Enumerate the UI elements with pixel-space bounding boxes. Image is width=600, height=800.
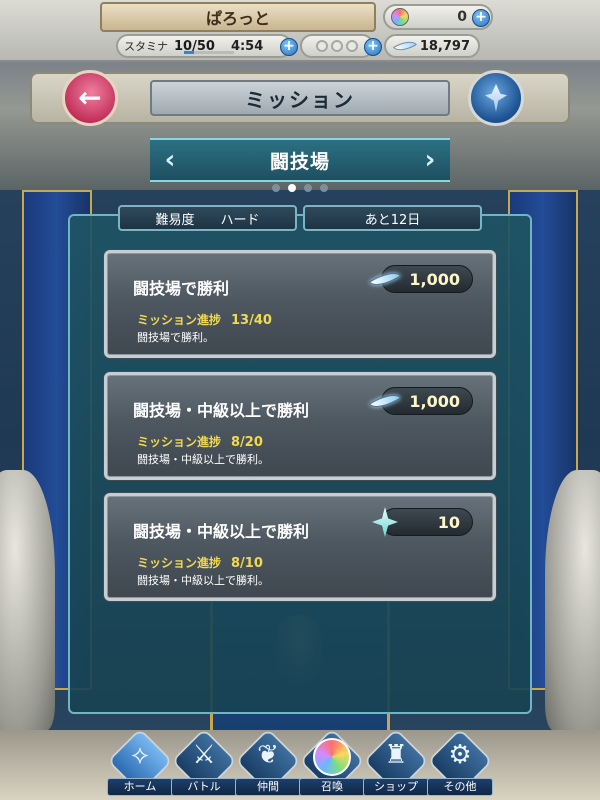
mission-info-bar: 難易度 ハード あと12日	[118, 205, 482, 231]
remaining-time-tab: あと12日	[303, 205, 482, 231]
feather-icon	[392, 36, 418, 56]
mission-card[interactable]: 闘技場で勝利 1,000 ミッション進捗 13/40 闘技場で勝利。	[104, 250, 496, 358]
difficulty-tab: 難易度 ハード	[118, 205, 297, 231]
emblem-icon	[485, 84, 507, 112]
emblem-button[interactable]	[468, 70, 524, 126]
mission-title: 闘技場・中級以上で勝利	[133, 522, 310, 541]
status-bar: ぱろっと 0 + スタミナ 10/50 4:54 + + 18,797	[0, 0, 600, 62]
stamina-timer: 4:54	[230, 38, 264, 54]
stamina-counter: スタミナ 10/50 4:54	[116, 34, 292, 58]
mission-description: 闘技場・中級以上で勝利。	[137, 574, 269, 587]
add-crest-button[interactable]: +	[364, 38, 382, 56]
orb-icon	[391, 8, 409, 26]
reward-icon	[367, 504, 403, 540]
nav-allies[interactable]: ❦ 仲間	[235, 728, 301, 798]
page-dot[interactable]	[304, 184, 312, 192]
crossed-swords-icon: ⚔	[192, 740, 216, 770]
crystal-icon	[372, 507, 398, 537]
nav-home[interactable]: ⟡ ホーム	[107, 728, 173, 798]
pillar-right	[545, 470, 600, 730]
mission-card[interactable]: 闘技場・中級以上で勝利 1,000 ミッション進捗 8/20 闘技場・中級以上で勝…	[104, 372, 496, 480]
progress-label: ミッション進捗	[137, 313, 222, 327]
nav-label: 仲間	[235, 778, 301, 796]
nav-label: バトル	[171, 778, 237, 796]
mission-title: 闘技場で勝利	[133, 279, 230, 298]
reward-icon	[367, 383, 403, 419]
nav-label: ショップ	[363, 778, 429, 796]
mission-progress: ミッション進捗 13/40	[137, 311, 272, 328]
buy-orbs-button[interactable]: +	[472, 9, 490, 27]
section-title: 闘技場	[150, 138, 450, 182]
feather-icon	[369, 265, 401, 293]
nav-label: その他	[427, 778, 493, 796]
stamina-bar-fill	[184, 51, 194, 54]
stamina-label: スタミナ	[124, 40, 168, 53]
mission-card[interactable]: 闘技場・中級以上で勝利 10 ミッション進捗 8/10 闘技場・中級以上で勝利。	[104, 493, 496, 601]
wings-icon: ❦	[257, 740, 279, 770]
restore-stamina-button[interactable]: +	[280, 38, 298, 56]
crest-slot-icon	[316, 40, 328, 52]
remaining-time: あと12日	[364, 212, 421, 228]
castle-icon: ♜	[384, 740, 408, 770]
feather-count: 18,797	[419, 38, 470, 54]
pillar-left	[0, 470, 55, 730]
reward-icon	[367, 261, 403, 297]
page-title: ミッション	[150, 80, 450, 116]
page-dot[interactable]	[272, 184, 280, 192]
nav-misc[interactable]: ⚙ その他	[427, 728, 493, 798]
nav-label: ホーム	[107, 778, 173, 796]
difficulty-label: 難易度	[155, 212, 195, 228]
nav-battle[interactable]: ⚔ バトル	[171, 728, 237, 798]
feather-counter: 18,797	[384, 34, 480, 58]
page-dot[interactable]	[320, 184, 328, 192]
page-indicator	[0, 184, 600, 192]
orb-icon	[313, 738, 351, 776]
nav-label: 召喚	[299, 778, 365, 796]
player-name: ぱろっと	[100, 2, 376, 32]
progress-value: 8/10	[231, 556, 263, 571]
dueling-crest-counter	[300, 34, 374, 58]
mission-description: 闘技場・中級以上で勝利。	[137, 453, 269, 466]
mission-progress: ミッション進捗 8/20	[137, 433, 263, 450]
stamina-bar	[184, 51, 234, 54]
progress-value: 8/20	[231, 435, 263, 450]
home-emblem-icon: ⟡	[131, 740, 149, 770]
progress-label: ミッション進捗	[137, 435, 222, 449]
nav-shop[interactable]: ♜ ショップ	[363, 728, 429, 798]
crest-slot-icon	[346, 40, 358, 52]
mission-progress: ミッション進捗 8/10	[137, 554, 263, 571]
progress-label: ミッション進捗	[137, 556, 222, 570]
nav-summon[interactable]: 召喚	[299, 728, 365, 798]
prev-section-button[interactable]: ‹	[150, 138, 190, 182]
difficulty-value: ハード	[220, 212, 260, 228]
progress-value: 13/40	[231, 313, 272, 328]
mission-title: 闘技場・中級以上で勝利	[133, 401, 310, 420]
page-dot[interactable]	[288, 184, 296, 192]
next-section-button[interactable]: ›	[410, 138, 450, 182]
bottom-nav: ⟡ ホーム ⚔ バトル ❦ 仲間 召喚 ♜ ショップ ⚙ その他	[0, 728, 600, 800]
orb-count: 0	[457, 9, 467, 25]
mission-description: 闘技場で勝利。	[137, 331, 214, 344]
crest-slot-icon	[331, 40, 343, 52]
gear-icon: ⚙	[448, 740, 472, 770]
feather-icon	[369, 387, 401, 415]
back-arrow-icon: ←	[78, 81, 102, 114]
